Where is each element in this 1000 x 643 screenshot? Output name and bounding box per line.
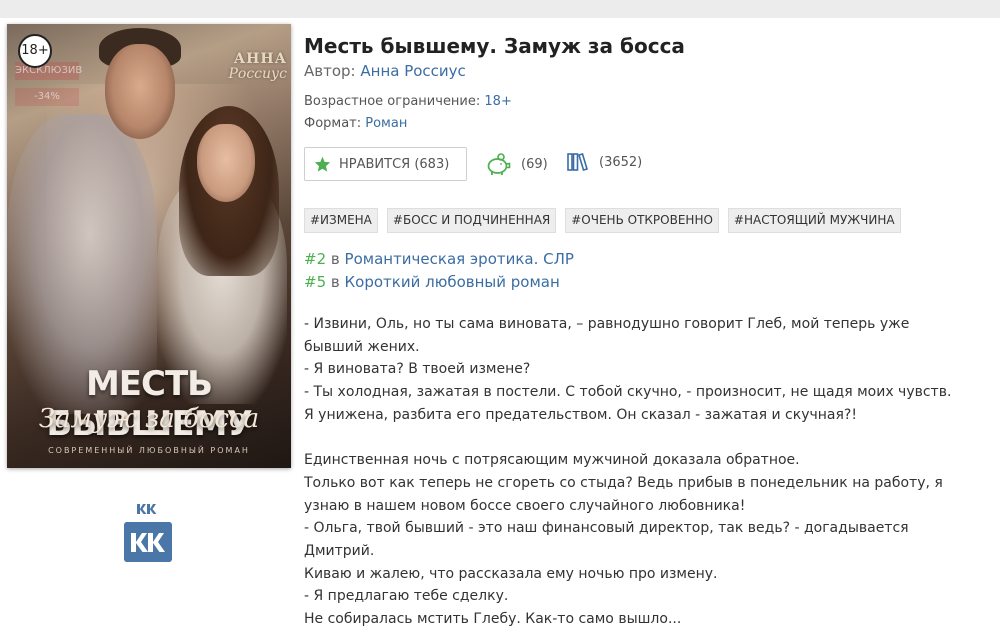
cover-genre: СОВРЕМЕННЫЙ ЛЮБОВНЫЙ РОМАН [48, 446, 250, 455]
like-button[interactable]: НРАВИТСЯ (683) [304, 147, 467, 181]
tag-otkrovenno[interactable]: #ОЧЕНЬ ОТКРОВЕННО [565, 208, 719, 233]
exclusive-badge: ЭКСКЛЮЗИВ -34% [15, 62, 82, 112]
description-line: Дмитрий. [304, 543, 375, 560]
description-line: - Ольга, твой бывший - это наш финансовы… [304, 520, 909, 537]
author-line: Автор: Анна Россиус [304, 62, 466, 80]
vk-share-button[interactable] [124, 502, 172, 562]
book-card: АННА Россиус МЕСТЬ БЫВШЕМУ Замуж за босс… [0, 18, 1000, 643]
library-stat[interactable]: (3652) [567, 152, 642, 172]
ranking-number: #5 [304, 273, 327, 291]
vk-logo-icon [124, 522, 172, 562]
book-title: Месть бывшему. Замуж за босса [304, 34, 685, 58]
description-line: - Я предлагаю тебе сделку. [304, 588, 509, 605]
ranking-word: в [330, 250, 340, 268]
format-line: Формат: Роман [304, 116, 407, 131]
ranking-word: в [330, 273, 340, 291]
ranking-2: #5 в Короткий любовный роман [304, 273, 560, 291]
ranking-1: #2 в Романтическая эротика. СЛР [304, 250, 574, 268]
description-line: Только вот как теперь не сгореть со стыд… [304, 474, 943, 491]
library-books-icon [567, 153, 588, 171]
tag-muzhchina[interactable]: #НАСТОЯЩИЙ МУЖЧИНА [727, 208, 901, 233]
cover-art-face-man [105, 44, 175, 139]
vk-icon [137, 504, 157, 514]
description-line: - Извини, Оль, но ты сама виновата, – ра… [304, 316, 910, 332]
description-blank-line [304, 427, 980, 450]
cover-author-last: Россиус [228, 66, 287, 83]
page: АННА Россиус МЕСТЬ БЫВШЕМУ Замуж за босс… [0, 0, 1000, 643]
rewards-count: (69) [521, 156, 548, 172]
author-label: Автор: [304, 62, 356, 80]
description-line: - Я виновата? В твоей измене? [304, 361, 531, 378]
author-link[interactable]: Анна Россиус [360, 62, 465, 80]
cover-subtitle: Замуж за босса [38, 404, 260, 434]
star-icon [314, 156, 331, 172]
age-restriction: Возрастное ограничение: 18+ [304, 94, 512, 109]
description-line: бывший жених. [304, 338, 420, 355]
age-label: Возрастное ограничение: [304, 94, 481, 109]
description-line: Киваю и жалею, что рассказала ему ночью … [304, 565, 718, 582]
rewards-stat[interactable]: (69) [485, 152, 548, 176]
description-line: Я унижена, разбита его предательством. О… [304, 406, 857, 423]
tag-list: #ИЗМЕНА #БОСС И ПОДЧИНЕННАЯ #ОЧЕНЬ ОТКРО… [304, 208, 910, 233]
book-cover[interactable]: АННА Россиус МЕСТЬ БЫВШЕМУ Замуж за босс… [7, 24, 291, 468]
description-line: Единственная ночь с потрясающим мужчиной… [304, 452, 800, 469]
book-description: - Извини, Оль, но ты сама виновата, – ра… [304, 313, 980, 631]
age-badge: 18+ [18, 34, 52, 68]
tag-boss[interactable]: #БОСС И ПОДЧИНЕННАЯ [386, 208, 557, 233]
cover-author-logo: АННА Россиус [199, 51, 287, 83]
library-count: (3652) [599, 154, 643, 170]
ranking-category-link[interactable]: Короткий любовный роман [345, 273, 560, 291]
description-line: - Ты холодная, зажатая в постели. С тобо… [304, 384, 952, 401]
tag-izmena[interactable]: #ИЗМЕНА [304, 208, 378, 233]
ranking-category-link[interactable]: Романтическая эротика. СЛР [345, 250, 574, 268]
description-line: Не собиралась мстить Глебу. Как-то само … [304, 611, 682, 628]
ranking-number: #2 [304, 250, 327, 268]
cover-art-face-woman [197, 124, 255, 202]
piggy-bank-icon [487, 153, 511, 175]
discount-label: -34% [15, 88, 79, 106]
description-line: узнаю в нашем новом боссе своего случайн… [304, 497, 746, 514]
age-value: 18+ [484, 94, 512, 109]
format-label: Формат: [304, 116, 362, 131]
like-label: НРАВИТСЯ (683) [339, 156, 450, 172]
format-link[interactable]: Роман [365, 116, 407, 131]
